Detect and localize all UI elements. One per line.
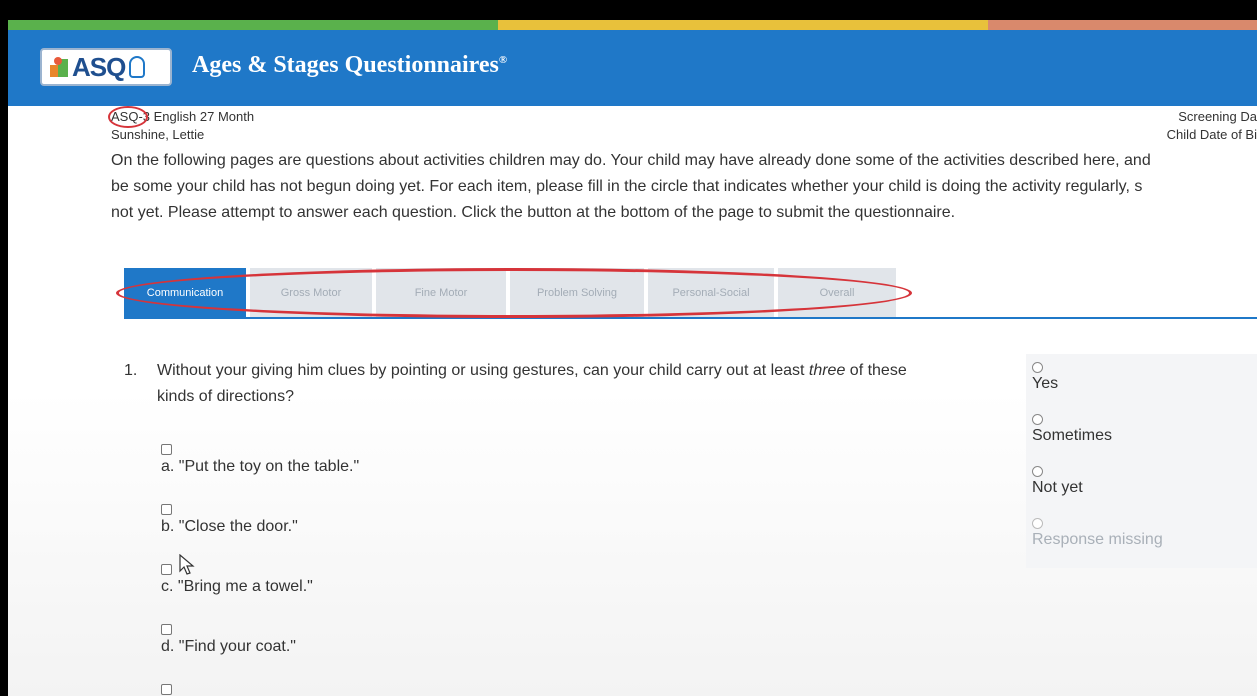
answer-options: Yes Sometimes Not yet Response missing (1026, 354, 1257, 568)
screening-date-label: Screening Da (1178, 109, 1257, 124)
subitem-e (161, 684, 172, 696)
radio-icon[interactable] (1032, 518, 1043, 529)
option-yes-label: Yes (1032, 375, 1059, 392)
option-missing-label: Response missing (1032, 531, 1163, 548)
tab-communication[interactable]: Communication (124, 268, 246, 318)
radio-icon[interactable] (1032, 466, 1043, 477)
subitem-b-label: b. "Close the door." (161, 518, 298, 535)
mouse-pointer-icon (179, 554, 195, 575)
option-not-yet[interactable]: Not yet (1032, 466, 1083, 497)
option-not-yet-label: Not yet (1032, 479, 1083, 496)
app-title: Ages & Stages Questionnaires® (192, 52, 508, 78)
asq-logo[interactable]: ASQ (40, 48, 172, 86)
subitem-b: b. "Close the door." (161, 504, 298, 536)
option-sometimes[interactable]: Sometimes (1032, 414, 1112, 445)
child-name: Sunshine, Lettie (111, 127, 205, 142)
questionnaire-page: ASQ Ages & Stages Questionnaires® ASQ-3 … (8, 20, 1257, 696)
asq-logo-icon (50, 57, 70, 77)
instructions-line-1: On the following pages are questions abo… (111, 152, 1151, 169)
subitem-c-checkbox[interactable] (161, 564, 172, 575)
area-tabs: Communication Gross Motor Fine Motor Pro… (124, 268, 896, 318)
subitem-a-checkbox[interactable] (161, 444, 172, 455)
instructions-line-3: not yet. Please attempt to answer each q… (111, 204, 956, 221)
logo-text: ASQ (72, 51, 126, 82)
tab-fine-motor[interactable]: Fine Motor (376, 268, 506, 318)
subitem-a-label: a. "Put the toy on the table." (161, 458, 360, 475)
option-response-missing[interactable]: Response missing (1032, 518, 1163, 549)
subitem-d: d. "Find your coat." (161, 624, 296, 656)
option-yes[interactable]: Yes (1032, 362, 1058, 393)
subitem-e-checkbox[interactable] (161, 684, 172, 695)
annotation-circle (108, 106, 148, 128)
child-dob-label: Child Date of Bi (1166, 127, 1257, 142)
radio-icon[interactable] (1032, 362, 1043, 373)
subitem-a: a. "Put the toy on the table." (161, 444, 359, 476)
option-sometimes-label: Sometimes (1032, 427, 1113, 444)
instructions-line-2: be some your child has not begun doing y… (111, 178, 1143, 195)
subitem-b-checkbox[interactable] (161, 504, 172, 515)
tab-problem-solving[interactable]: Problem Solving (510, 268, 644, 318)
tab-underline (124, 317, 1257, 319)
tab-overall[interactable]: Overall (778, 268, 896, 318)
subitem-d-label: d. "Find your coat." (161, 638, 296, 655)
tab-personal-social[interactable]: Personal-Social (648, 268, 774, 318)
screening-meta: Screening Da Child Date of Bi (1167, 108, 1257, 144)
question-number: 1. (124, 362, 138, 379)
tab-gross-motor[interactable]: Gross Motor (250, 268, 372, 318)
subitem-c-label: c. "Bring me a towel." (161, 578, 313, 595)
radio-icon[interactable] (1032, 414, 1043, 425)
instructions: On the following pages are questions abo… (111, 148, 1257, 226)
logo-hand-icon (129, 56, 146, 78)
question-text: Without your giving him clues by pointin… (157, 362, 907, 405)
app-header: ASQ Ages & Stages Questionnaires® (8, 30, 1257, 106)
subitem-d-checkbox[interactable] (161, 624, 172, 635)
color-stripe (8, 20, 1257, 30)
